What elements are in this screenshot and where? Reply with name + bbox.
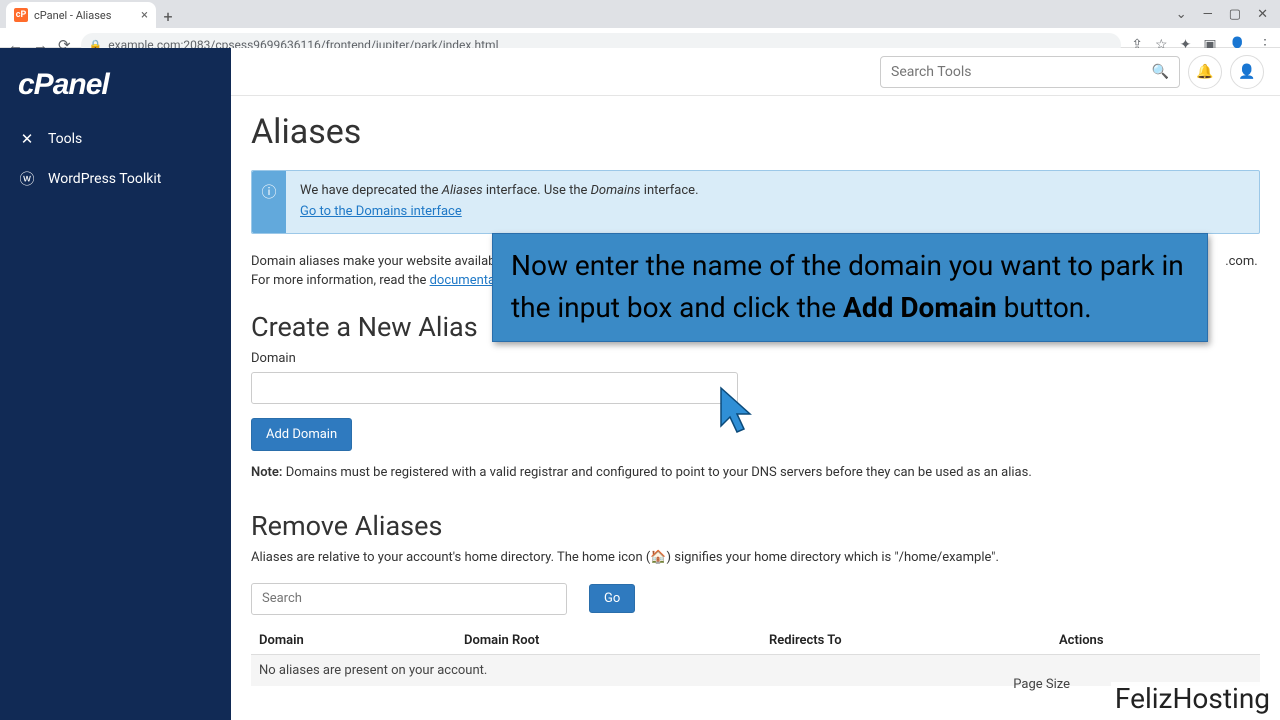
maximize-icon[interactable]: ▢ bbox=[1229, 7, 1241, 22]
watermark: FelizHosting bbox=[1111, 682, 1274, 716]
close-icon[interactable]: × bbox=[141, 8, 148, 23]
col-actions: Actions bbox=[1059, 633, 1252, 648]
domain-input[interactable] bbox=[251, 372, 738, 404]
notice-text: We have deprecated the Aliases interface… bbox=[300, 181, 699, 202]
close-window-icon[interactable]: ✕ bbox=[1257, 7, 1268, 22]
info-icon: ⓘ bbox=[252, 171, 286, 233]
tutorial-callout: Now enter the name of the domain you wan… bbox=[492, 233, 1208, 342]
col-redirects-to: Redirects To bbox=[769, 633, 1059, 648]
logo: cPanel bbox=[0, 64, 231, 120]
browser-chrome: cP cPanel - Aliases × + ⌄ — ▢ ✕ ← → ⟳ 🔒 … bbox=[0, 0, 1280, 48]
sidebar-item-label: WordPress Toolkit bbox=[48, 171, 161, 187]
account-button[interactable]: 👤 bbox=[1230, 55, 1264, 89]
chevron-down-icon[interactable]: ⌄ bbox=[1176, 7, 1187, 22]
new-tab-button[interactable]: + bbox=[156, 4, 180, 28]
sidebar-item-wordpress[interactable]: ⓦ WordPress Toolkit bbox=[0, 158, 231, 199]
alias-search-input[interactable] bbox=[251, 583, 567, 615]
home-icon: 🏠 bbox=[650, 550, 666, 565]
domain-label: Domain bbox=[251, 351, 1260, 366]
window-controls: ⌄ — ▢ ✕ bbox=[1176, 0, 1280, 28]
deprecation-notice: ⓘ We have deprecated the Aliases interfa… bbox=[251, 170, 1260, 234]
domains-interface-link[interactable]: Go to the Domains interface bbox=[300, 204, 462, 219]
page-size-label: Page Size bbox=[1013, 677, 1070, 692]
col-domain-root: Domain Root bbox=[464, 633, 769, 648]
browser-tab[interactable]: cP cPanel - Aliases × bbox=[6, 2, 156, 28]
remove-description: Aliases are relative to your account's h… bbox=[251, 550, 1260, 565]
go-button[interactable]: Go bbox=[589, 584, 635, 613]
tab-bar: cP cPanel - Aliases × + ⌄ — ▢ ✕ bbox=[0, 0, 1280, 28]
minimize-icon[interactable]: — bbox=[1203, 7, 1213, 22]
app-frame: cPanel ✕ Tools ⓦ WordPress Toolkit 🔍 🔔 👤… bbox=[0, 48, 1280, 720]
add-domain-button[interactable]: Add Domain bbox=[251, 418, 352, 451]
cursor-icon bbox=[718, 386, 754, 436]
empty-state: No aliases are present on your account. bbox=[251, 655, 1260, 686]
wordpress-icon: ⓦ bbox=[18, 168, 36, 189]
page-content: Aliases ⓘ We have deprecated the Aliases… bbox=[231, 96, 1280, 702]
aliases-table: Domain Domain Root Redirects To Actions … bbox=[251, 627, 1260, 686]
table-header: Domain Domain Root Redirects To Actions bbox=[251, 627, 1260, 655]
search-tools[interactable]: 🔍 bbox=[880, 56, 1180, 88]
favicon-icon: cP bbox=[14, 8, 28, 22]
notifications-button[interactable]: 🔔 bbox=[1188, 55, 1222, 89]
col-domain: Domain bbox=[259, 633, 464, 648]
page-title: Aliases bbox=[251, 112, 1260, 152]
search-icon: 🔍 bbox=[1152, 64, 1169, 80]
main-area: 🔍 🔔 👤 Aliases ⓘ We have deprecated the A… bbox=[231, 48, 1280, 720]
topbar: 🔍 🔔 👤 bbox=[231, 48, 1280, 96]
search-input[interactable] bbox=[891, 64, 1152, 80]
note-text: Note: Domains must be registered with a … bbox=[251, 465, 1260, 480]
sidebar-item-label: Tools bbox=[48, 131, 82, 147]
tab-title: cPanel - Aliases bbox=[34, 9, 111, 22]
sidebar: cPanel ✕ Tools ⓦ WordPress Toolkit bbox=[0, 48, 231, 720]
remove-aliases-heading: Remove Aliases bbox=[251, 510, 1260, 542]
sidebar-item-tools[interactable]: ✕ Tools bbox=[0, 120, 231, 158]
tools-icon: ✕ bbox=[18, 130, 36, 148]
